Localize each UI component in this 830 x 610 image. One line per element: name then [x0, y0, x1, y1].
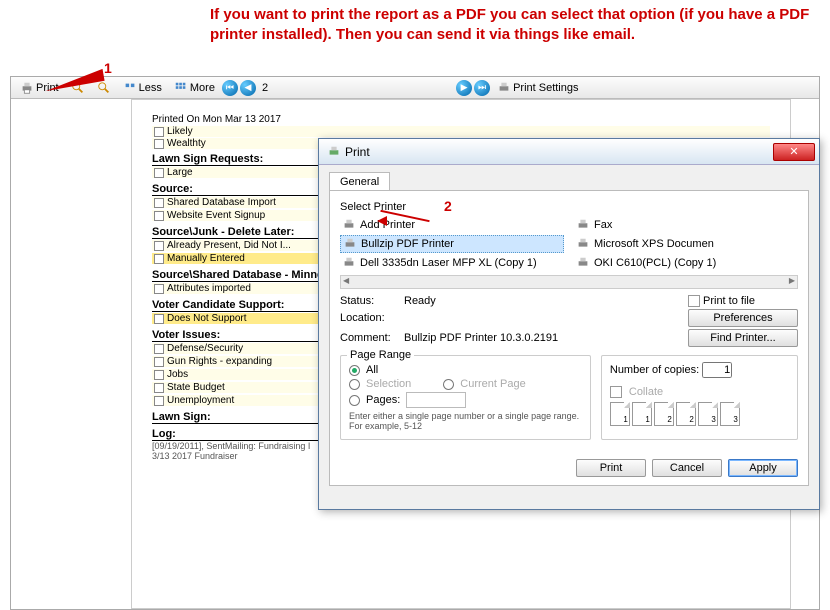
callout-marker-2: 2	[444, 198, 452, 214]
printer-item[interactable]: Bullzip PDF Printer	[340, 235, 564, 253]
copies-label: Number of copies:	[610, 364, 699, 376]
collate-illustration: 11 22 33	[610, 402, 789, 426]
radio-selection	[349, 379, 360, 390]
printer-icon	[342, 256, 356, 270]
print-dialog: Print ✕ General Select Printer Add Print…	[318, 138, 820, 510]
close-button[interactable]: ✕	[773, 143, 815, 161]
printer-icon	[576, 237, 590, 251]
print-to-file-label: Print to file	[703, 295, 755, 307]
find-printer-button[interactable]: Find Printer...	[688, 329, 798, 347]
printed-timestamp: Printed On Mon Mar 13 2017	[152, 114, 770, 125]
grid-large-icon	[174, 81, 188, 95]
callout-marker-1: 1	[104, 60, 112, 76]
nav-first-button[interactable]: ⏮	[222, 80, 238, 96]
status-value: Ready	[404, 295, 684, 307]
pages-input[interactable]	[406, 392, 466, 408]
printer-scrollbar[interactable]	[340, 275, 798, 289]
nav-next-button[interactable]: ▶	[456, 80, 472, 96]
printer-icon	[576, 256, 590, 270]
printer-settings-icon	[497, 81, 511, 95]
nav-last-button[interactable]: ⏭	[474, 80, 490, 96]
comment-label: Comment:	[340, 332, 400, 344]
page-number: 2	[258, 82, 272, 94]
printer-icon	[576, 218, 590, 232]
radio-pages[interactable]	[349, 395, 360, 406]
callout-arrow-2	[380, 205, 440, 225]
dialog-apply-button[interactable]: Apply	[728, 459, 798, 477]
report-check-item: Likely	[152, 126, 770, 137]
pages-note: Enter either a single page number or a s…	[349, 411, 582, 431]
instruction-annotation: If you want to print the report as a PDF…	[210, 5, 830, 44]
radio-current-page	[443, 379, 454, 390]
radio-pages-label: Pages:	[366, 394, 400, 406]
preferences-button[interactable]: Preferences	[688, 309, 798, 327]
less-label: Less	[139, 82, 162, 94]
printer-icon	[20, 81, 34, 95]
printer-item[interactable]: Dell 3335dn Laser MFP XL (Copy 1)	[340, 255, 564, 271]
print-settings-button[interactable]: Print Settings	[492, 79, 583, 97]
toolbar: Print Less More ⏮ ◀ 2 ▶ ⏭ Print Settings	[11, 77, 819, 99]
tab-general[interactable]: General	[329, 172, 390, 191]
print-to-file-checkbox[interactable]	[688, 295, 700, 307]
page-range-legend: Page Range	[347, 349, 414, 361]
print-settings-label: Print Settings	[513, 82, 578, 94]
dialog-titlebar[interactable]: Print ✕	[319, 139, 819, 165]
printer-icon	[342, 218, 356, 232]
printer-list: Add Printer Fax Bullzip PDF Printer Microso…	[340, 217, 798, 271]
radio-all[interactable]	[349, 365, 360, 376]
copies-input[interactable]	[702, 362, 732, 378]
status-label: Status:	[340, 295, 400, 307]
nav-prev-button[interactable]: ◀	[240, 80, 256, 96]
more-button[interactable]: More	[169, 79, 220, 97]
dialog-cancel-button[interactable]: Cancel	[652, 459, 722, 477]
dialog-title: Print	[345, 145, 370, 159]
more-label: More	[190, 82, 215, 94]
collate-checkbox	[610, 386, 622, 398]
grid-small-icon	[123, 81, 137, 95]
printer-item[interactable]: Microsoft XPS Documen	[574, 235, 798, 253]
collate-label: Collate	[629, 386, 663, 398]
printer-item[interactable]: Add Printer	[340, 217, 564, 233]
location-label: Location:	[340, 312, 400, 324]
radio-current-page-label: Current Page	[460, 378, 525, 390]
printer-icon	[327, 145, 341, 159]
comment-value: Bullzip PDF Printer 10.3.0.2191	[404, 332, 684, 344]
printer-item[interactable]: Fax	[574, 217, 798, 233]
less-button[interactable]: Less	[118, 79, 167, 97]
magnifier-icon	[97, 81, 111, 95]
radio-selection-label: Selection	[366, 378, 411, 390]
printer-item[interactable]: OKI C610(PCL) (Copy 1)	[574, 255, 798, 271]
radio-all-label: All	[366, 364, 378, 376]
dialog-print-button[interactable]: Print	[576, 459, 646, 477]
printer-icon	[343, 237, 357, 251]
